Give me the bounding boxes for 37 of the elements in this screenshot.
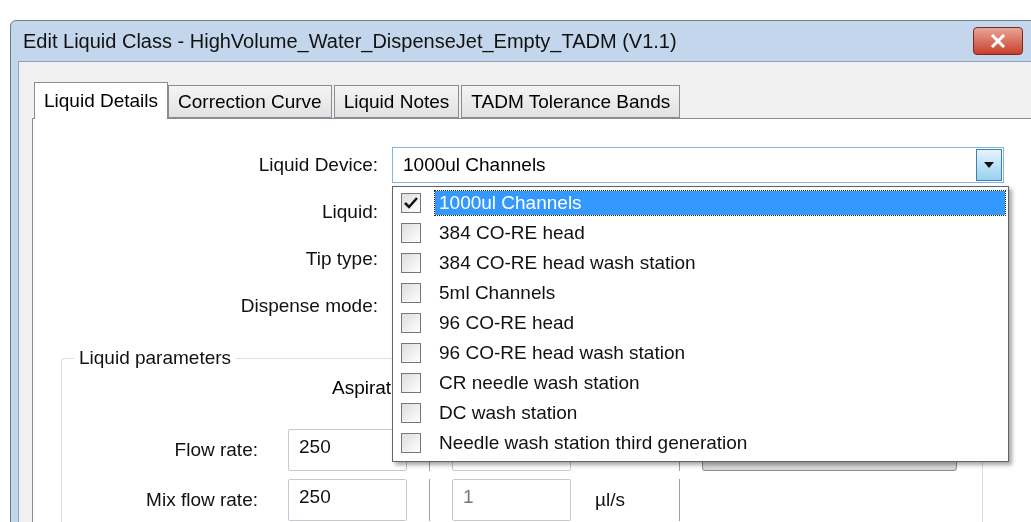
checkbox[interactable] [401, 223, 421, 243]
list-item[interactable]: CR needle wash station [435, 371, 644, 395]
checkbox[interactable] [401, 343, 421, 363]
list-item[interactable]: 96 CO-RE head [435, 311, 579, 335]
tab[interactable]: Liquid Notes [333, 85, 460, 118]
field-label: Dispense mode: [239, 295, 379, 317]
checkbox[interactable] [401, 193, 421, 213]
checkbox[interactable] [401, 313, 421, 333]
dropdown-button[interactable] [976, 149, 1002, 181]
list-item[interactable]: 384 CO-RE head [435, 221, 589, 245]
tab[interactable]: Correction Curve [168, 85, 332, 118]
field-label: Liquid Device: [257, 154, 379, 176]
close-button[interactable] [973, 27, 1023, 55]
close-icon [990, 34, 1006, 48]
list-item[interactable]: 384 CO-RE head wash station [435, 251, 700, 275]
caret-icon [984, 162, 994, 168]
field-label: Flow rate: [173, 439, 259, 461]
unit-label: µl/s [594, 489, 626, 511]
list-item[interactable]: Needle wash station third generation [435, 431, 752, 455]
window-title: Edit Liquid Class - HighVolume_Water_DispenseJet_Empty_TADM (V1.1) [23, 29, 677, 53]
list-item[interactable]: 96 CO-RE head wash station [435, 341, 690, 365]
field-label: Liquid: [321, 201, 379, 223]
check-icon [404, 197, 418, 209]
checkbox[interactable] [401, 433, 421, 453]
field-label: Tip type: [304, 248, 379, 270]
field-label: Mix flow rate: [145, 489, 259, 511]
column-heading: Aspirat [332, 377, 392, 398]
list-item[interactable]: DC wash station [435, 401, 582, 425]
input-field[interactable]: 250 [288, 479, 407, 521]
checkbox[interactable] [401, 403, 421, 423]
list-item[interactable]: 5ml Channels [435, 281, 560, 305]
checkbox[interactable] [401, 283, 421, 303]
dropdown-field[interactable]: 1000ul Channels [392, 147, 1004, 183]
checkbox[interactable] [401, 373, 421, 393]
checkbox[interactable] [401, 253, 421, 273]
tab[interactable]: TADM Tolerance Bands [461, 85, 681, 118]
tab[interactable]: Liquid Details [34, 82, 169, 119]
